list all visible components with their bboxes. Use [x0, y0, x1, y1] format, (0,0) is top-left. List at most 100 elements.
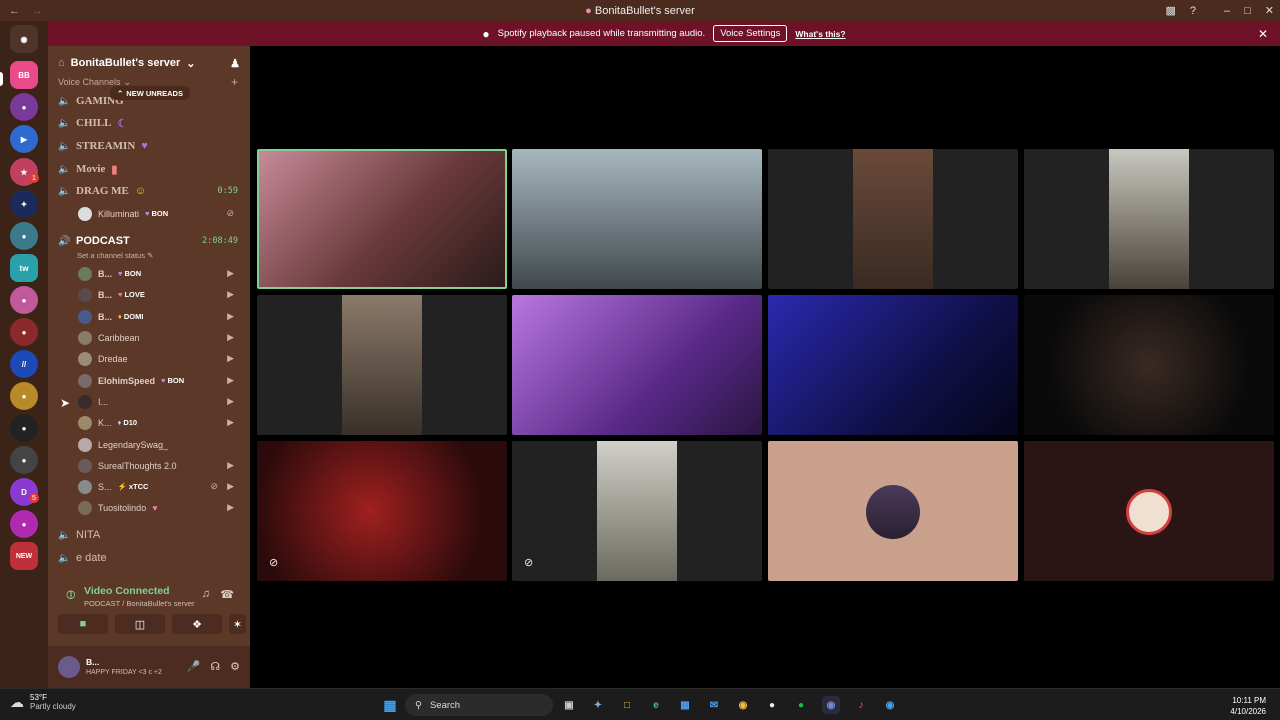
- noise-suppression-icon[interactable]: ♫: [202, 588, 210, 600]
- discord-home-icon[interactable]: ◉: [10, 25, 38, 53]
- file-explorer-icon[interactable]: □: [618, 696, 636, 714]
- activities-button[interactable]: ❖: [172, 614, 222, 634]
- channel-drag-me[interactable]: 🔈 DRAG ME ☺ 0:59: [58, 181, 242, 201]
- disconnect-icon[interactable]: ☎: [220, 588, 234, 601]
- new-unreads-pill[interactable]: ⌃ NEW UNREADS: [110, 86, 190, 100]
- channel-status[interactable]: Set a channel status ✎: [77, 251, 153, 260]
- channel-streamin[interactable]: 🔈 STREAMIN ♥: [58, 136, 242, 156]
- video-tile[interactable]: ⊘: [512, 441, 762, 581]
- server-icon-3[interactable]: ▶: [10, 125, 38, 153]
- server-icon-new[interactable]: NEW: [10, 542, 38, 570]
- forward-icon[interactable]: →: [32, 5, 43, 17]
- voice-user[interactable]: LegendarySwag_: [78, 435, 242, 454]
- voice-user[interactable]: Killuminati ♥ BON ⊘: [78, 204, 242, 223]
- voice-user[interactable]: Tuositolindo ♥ ▶: [78, 498, 242, 517]
- server-icon-twitch[interactable]: tw: [10, 254, 38, 282]
- soundboard-button[interactable]: ✶: [229, 614, 246, 634]
- server-icon-9[interactable]: ●: [10, 318, 38, 346]
- discord-icon[interactable]: ◉: [822, 696, 840, 714]
- server-icon-11[interactable]: ●: [10, 382, 38, 410]
- server-icon-6[interactable]: ●: [10, 222, 38, 250]
- voice-user[interactable]: Caribbean ▶: [78, 328, 242, 347]
- avatar[interactable]: [58, 656, 80, 678]
- channel-chill[interactable]: 🔈 CHILL ☾: [58, 113, 242, 133]
- mail-icon[interactable]: ✉: [705, 696, 723, 714]
- task-view-icon[interactable]: ▣: [560, 696, 578, 714]
- close-button[interactable]: ✕: [1265, 4, 1274, 17]
- video-tile[interactable]: [1024, 149, 1274, 289]
- voice-user[interactable]: I... ▶: [78, 392, 242, 411]
- channel-nita[interactable]: 🔈 NITA: [58, 525, 242, 545]
- video-tile[interactable]: [1024, 295, 1274, 435]
- voice-user[interactable]: ElohimSpeed ♥ BON ▶: [78, 371, 242, 390]
- back-icon[interactable]: ←: [9, 5, 20, 17]
- video-tile[interactable]: [768, 441, 1018, 581]
- headphones-icon[interactable]: ☊: [210, 660, 220, 673]
- voice-user[interactable]: Dredae ▶: [78, 349, 242, 368]
- system-clock[interactable]: 10:11 PM 4/10/2026: [1230, 695, 1266, 717]
- voice-user[interactable]: SurealThoughts 2.0 ▶: [78, 456, 242, 475]
- screen-share-button[interactable]: ◫: [115, 614, 165, 634]
- tag-text: LOVE: [124, 290, 145, 299]
- voice-user[interactable]: S... ⚡ xTCC ⊘ ▶: [78, 477, 242, 496]
- pencil-icon: ✎: [147, 251, 154, 260]
- video-tile[interactable]: [768, 149, 1018, 289]
- chevron-down-icon: ⌄: [186, 57, 196, 70]
- window-title-text: BonitaBullet's server: [594, 4, 695, 17]
- voice-user[interactable]: B... ♥ BON ▶: [78, 264, 242, 283]
- voice-settings-button[interactable]: Voice Settings: [713, 25, 788, 42]
- channel-e-date[interactable]: 🔈 e date: [58, 548, 242, 568]
- server-header[interactable]: ⌂ BonitaBullet's server ⌄ ♟: [58, 55, 244, 71]
- spotify-icon[interactable]: ●: [792, 696, 810, 714]
- channel-podcast[interactable]: 🔊 PODCAST 2:08:49: [58, 231, 242, 251]
- camera-button[interactable]: ■: [58, 614, 108, 634]
- server-icon-12[interactable]: ●: [10, 414, 38, 442]
- voice-user[interactable]: B... ♦ DOMI ▶: [78, 307, 242, 326]
- video-tile[interactable]: ⊘: [257, 441, 507, 581]
- copilot-icon[interactable]: ✦: [589, 696, 607, 714]
- channel-movie[interactable]: 🔈 Movie ▮: [58, 159, 242, 179]
- gear-icon[interactable]: ⚙: [230, 660, 240, 673]
- help-icon[interactable]: ?: [1190, 5, 1196, 17]
- server-icon-2[interactable]: ●: [10, 93, 38, 121]
- inbox-icon[interactable]: ▩: [1165, 4, 1175, 17]
- user-tag: ⚡ xTCC: [117, 482, 149, 491]
- github-icon[interactable]: ●: [763, 696, 781, 714]
- close-icon[interactable]: ✕: [1258, 27, 1268, 41]
- server-icon-5[interactable]: ✦: [10, 190, 38, 218]
- tiktok-icon[interactable]: ♪: [852, 696, 870, 714]
- video-tile[interactable]: [1024, 441, 1274, 581]
- maximize-button[interactable]: □: [1244, 5, 1251, 17]
- server-home-icon: ⌂: [58, 57, 65, 69]
- speaker-icon: 🔈: [58, 552, 71, 564]
- video-tile[interactable]: [257, 149, 507, 289]
- weather-widget[interactable]: ☁ 53°F Partly cloudy: [10, 693, 76, 711]
- app-icon[interactable]: ◉: [881, 696, 899, 714]
- voice-connection-panel: ⦷ Video Connected PODCAST / BonitaBullet…: [48, 572, 250, 642]
- add-channel-icon[interactable]: +: [231, 75, 238, 89]
- server-icon-bonita[interactable]: BB: [10, 61, 38, 89]
- edge-icon[interactable]: e: [647, 696, 665, 714]
- server-icon-13[interactable]: ●: [10, 446, 38, 474]
- start-button[interactable]: ▦: [381, 696, 399, 714]
- server-icon-10[interactable]: //: [10, 350, 38, 378]
- add-member-icon[interactable]: ♟: [230, 57, 240, 70]
- chrome-icon[interactable]: ◉: [734, 696, 752, 714]
- server-icon-15[interactable]: ●: [10, 510, 38, 538]
- video-tile[interactable]: [257, 295, 507, 435]
- server-selected-indicator: [0, 72, 3, 86]
- whats-this-link[interactable]: What's this?: [795, 29, 845, 39]
- microphone-icon[interactable]: 🎤: [187, 660, 201, 673]
- store-icon[interactable]: ▦: [676, 696, 694, 714]
- voice-channel-link[interactable]: PODCAST / BonitaBullet's server: [84, 599, 195, 608]
- video-tile[interactable]: [512, 295, 762, 435]
- voice-user[interactable]: B... ♥ LOVE ▶: [78, 285, 242, 304]
- minimize-button[interactable]: –: [1224, 5, 1230, 17]
- video-tile[interactable]: [512, 149, 762, 289]
- server-icon-8[interactable]: ●: [10, 286, 38, 314]
- video-tile[interactable]: [768, 295, 1018, 435]
- user-name: Killuminati: [98, 208, 140, 219]
- voice-user[interactable]: K... ♦ D10 ▶: [78, 413, 242, 432]
- taskbar-search[interactable]: ⚲ Search: [405, 694, 553, 716]
- video-icon: ▶: [227, 460, 234, 470]
